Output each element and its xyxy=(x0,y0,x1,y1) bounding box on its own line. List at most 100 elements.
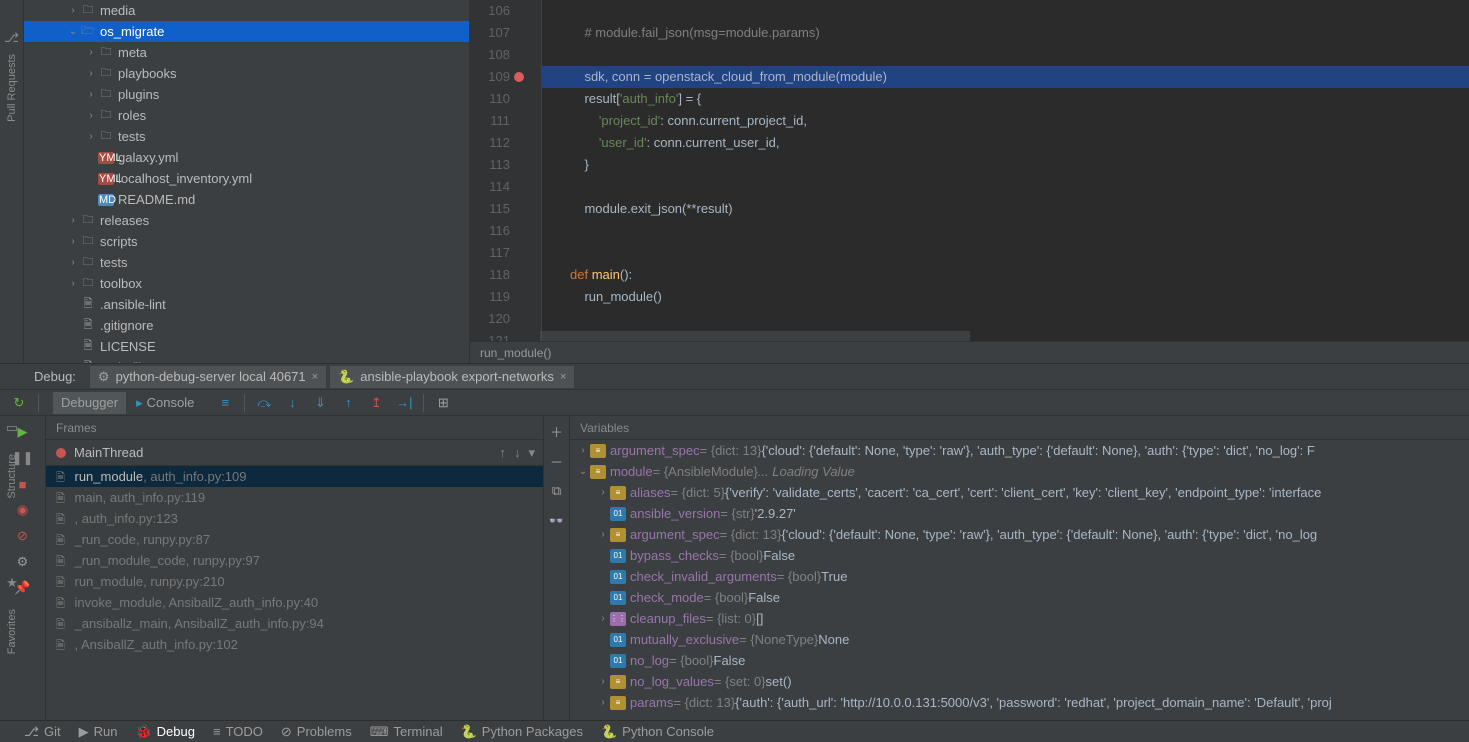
code-line[interactable] xyxy=(542,242,1469,264)
prev-frame-icon[interactable]: ↑ xyxy=(499,445,506,461)
thread-menu-icon[interactable]: ▾ xyxy=(528,445,535,461)
tree-item-scripts[interactable]: › 🗀 scripts xyxy=(24,231,469,252)
stack-frame[interactable]: 🗎 _run_code, runpy.py:87 xyxy=(46,529,543,550)
code-line[interactable]: run_module() xyxy=(542,286,1469,308)
run-to-cursor-icon[interactable]: →| xyxy=(393,392,415,414)
variable-row[interactable]: › ≡ no_log_values = {set: 0} set() xyxy=(570,671,1469,692)
bottom-tab-problems[interactable]: ⊘ Problems xyxy=(281,724,352,740)
tree-item-README.md[interactable]: MD README.md xyxy=(24,189,469,210)
chevron-icon[interactable]: ⌄ xyxy=(66,26,80,37)
new-watch-icon[interactable]: ＋ xyxy=(546,420,568,442)
breakpoint-icon[interactable] xyxy=(514,72,524,82)
chevron-icon[interactable]: › xyxy=(596,671,610,692)
debug-session-tab[interactable]: 🐍 ansible-playbook export-networks × xyxy=(330,366,574,388)
console-tab[interactable]: ▸Console xyxy=(128,392,202,414)
chevron-icon[interactable]: › xyxy=(84,68,98,79)
variable-row[interactable]: 01 bypass_checks = {bool} False xyxy=(570,545,1469,566)
code-line[interactable]: } xyxy=(542,154,1469,176)
line-number[interactable]: 115 xyxy=(470,198,510,220)
chevron-icon[interactable]: › xyxy=(66,278,80,289)
tree-item-plugins[interactable]: › 🗀 plugins xyxy=(24,84,469,105)
code-line[interactable]: module.exit_json(**result) xyxy=(542,198,1469,220)
step-out-icon[interactable]: ↑ xyxy=(337,392,359,414)
line-number[interactable]: 107 xyxy=(470,22,510,44)
line-number[interactable]: 112 xyxy=(470,132,510,154)
thread-selector[interactable]: MainThread ↑ ↓ ▾ xyxy=(46,440,543,466)
tree-item-tests[interactable]: › 🗀 tests xyxy=(24,252,469,273)
drop-frame-icon[interactable]: ↥ xyxy=(365,392,387,414)
rerun-button[interactable]: ↻ xyxy=(8,392,30,414)
chevron-icon[interactable]: › xyxy=(66,236,80,247)
debug-session-tab[interactable]: ⚙ python-debug-server local 40671 × xyxy=(90,366,326,388)
stack-frame[interactable]: 🗎 , auth_info.py:123 xyxy=(46,508,543,529)
code-area[interactable]: # module.fail_json(msg=module.params) sd… xyxy=(542,0,1469,341)
line-number[interactable]: 118 xyxy=(470,264,510,286)
line-number[interactable]: 108 xyxy=(470,44,510,66)
tree-item-os_migrate[interactable]: ⌄ 🗁 os_migrate xyxy=(24,21,469,42)
bottom-tab-todo[interactable]: ≡ TODO xyxy=(213,724,263,739)
step-over-icon[interactable]: ⤼ xyxy=(253,392,275,414)
stack-frame[interactable]: 🗎 run_module, auth_info.py:109 xyxy=(46,466,543,487)
line-number[interactable]: 110 xyxy=(470,88,510,110)
stack-frame[interactable]: 🗎 invoke_module, AnsiballZ_auth_info.py:… xyxy=(46,592,543,613)
step-into-icon[interactable]: ↓ xyxy=(281,392,303,414)
next-frame-icon[interactable]: ↓ xyxy=(514,445,521,461)
variable-row[interactable]: 01 no_log = {bool} False xyxy=(570,650,1469,671)
variable-row[interactable]: 01 ansible_version = {str} '2.9.27' xyxy=(570,503,1469,524)
variable-row[interactable]: › ⋮⋮ cleanup_files = {list: 0} [] xyxy=(570,608,1469,629)
stack-frame[interactable]: 🗎 _ansiballz_main, AnsiballZ_auth_info.p… xyxy=(46,613,543,634)
line-number[interactable]: 109 xyxy=(470,66,510,88)
fold-column[interactable] xyxy=(528,0,542,341)
force-step-into-icon[interactable]: ⇓ xyxy=(309,392,331,414)
stack-frame[interactable]: 🗎 main, auth_info.py:119 xyxy=(46,487,543,508)
watches-icon[interactable]: 👓 xyxy=(546,510,568,532)
code-line[interactable] xyxy=(542,0,1469,22)
editor-gutter[interactable]: 1061071081091101111121131141151161171181… xyxy=(470,0,528,341)
structure-tab[interactable]: Structure xyxy=(6,454,18,499)
branch-icon[interactable]: ⎇ xyxy=(4,30,19,46)
pull-requests-tab[interactable]: Pull Requests xyxy=(6,54,18,122)
tree-item-meta[interactable]: › 🗀 meta xyxy=(24,42,469,63)
chevron-icon[interactable]: › xyxy=(596,482,610,503)
tree-item-.gitignore[interactable]: 🗎 .gitignore xyxy=(24,315,469,336)
variable-row[interactable]: › ≡ argument_spec = {dict: 13} {'cloud':… xyxy=(570,440,1469,461)
line-number[interactable]: 111 xyxy=(470,110,510,132)
tree-item-roles[interactable]: › 🗀 roles xyxy=(24,105,469,126)
variable-row[interactable]: › ≡ params = {dict: 13} {'auth': {'auth_… xyxy=(570,692,1469,713)
chevron-icon[interactable]: › xyxy=(84,89,98,100)
bottom-tab-debug[interactable]: 🐞 Debug xyxy=(135,724,195,740)
code-line[interactable]: result['auth_info'] = { xyxy=(542,88,1469,110)
close-icon[interactable]: × xyxy=(560,371,566,383)
line-number[interactable]: 106 xyxy=(470,0,510,22)
code-editor[interactable]: 1061071081091101111121131141151161171181… xyxy=(470,0,1469,363)
remove-watch-icon[interactable]: － xyxy=(546,450,568,472)
chevron-icon[interactable]: › xyxy=(66,215,80,226)
code-line[interactable] xyxy=(542,44,1469,66)
stack-frame[interactable]: 🗎 _run_module_code, runpy.py:97 xyxy=(46,550,543,571)
chevron-icon[interactable]: › xyxy=(84,110,98,121)
tree-item-media[interactable]: › 🗀 media xyxy=(24,0,469,21)
editor-breadcrumb[interactable]: run_module() xyxy=(470,341,1469,363)
bottom-tab-git[interactable]: ⎇ Git xyxy=(24,724,61,740)
variable-row[interactable]: 01 check_mode = {bool} False xyxy=(570,587,1469,608)
stack-frame[interactable]: 🗎 run_module, runpy.py:210 xyxy=(46,571,543,592)
tree-item-LICENSE[interactable]: 🗎 LICENSE xyxy=(24,336,469,357)
code-line[interactable]: # module.fail_json(msg=module.params) xyxy=(542,22,1469,44)
evaluate-expression-icon[interactable]: ⊞ xyxy=(432,392,454,414)
code-line[interactable] xyxy=(542,176,1469,198)
tree-item-.ansible-lint[interactable]: 🗎 .ansible-lint xyxy=(24,294,469,315)
favorites-icon[interactable]: ★ xyxy=(6,575,18,591)
stack-frame[interactable]: 🗎 , AnsiballZ_auth_info.py:102 xyxy=(46,634,543,655)
chevron-icon[interactable]: › xyxy=(596,692,610,713)
tree-item-galaxy.yml[interactable]: YML galaxy.yml xyxy=(24,147,469,168)
tree-item-toolbox[interactable]: › 🗀 toolbox xyxy=(24,273,469,294)
bottom-tab-terminal[interactable]: ⌨ Terminal xyxy=(370,724,443,740)
chevron-icon[interactable]: › xyxy=(576,440,590,461)
horizontal-scrollbar[interactable] xyxy=(540,331,970,341)
structure-icon[interactable]: ▭ xyxy=(6,420,18,436)
thread-dump-icon[interactable]: ≡ xyxy=(214,392,236,414)
variable-row[interactable]: ⌄ ≡ module = {AnsibleModule} ... Loading… xyxy=(570,461,1469,482)
project-tree[interactable]: › 🗀 media ⌄ 🗁 os_migrate › 🗀 meta › 🗀 pl… xyxy=(24,0,470,363)
line-number[interactable]: 117 xyxy=(470,242,510,264)
tree-item-playbooks[interactable]: › 🗀 playbooks xyxy=(24,63,469,84)
